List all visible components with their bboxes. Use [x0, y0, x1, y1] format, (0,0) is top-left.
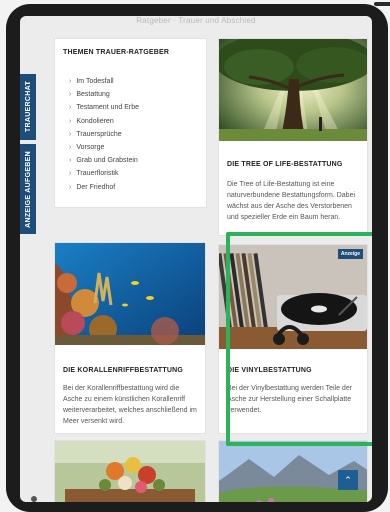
ratgeber-link[interactable]: › Im Todesfall	[69, 75, 139, 88]
device-side-button	[374, 2, 390, 6]
ratgeber-link[interactable]: › Trauerfloristik	[69, 167, 139, 180]
screen: Ratgeber · Trauer und Abschied ⌄ TRAUERC…	[20, 16, 372, 502]
koralle-card-title: DIE KORALLENRIFFBESTATTUNG	[63, 367, 184, 374]
tablet-frame: Ratgeber · Trauer und Abschied ⌄ TRAUERC…	[6, 2, 390, 512]
home-indicator	[31, 496, 37, 502]
highlight-frame	[226, 232, 372, 446]
koralle-card-text: Bei der Korallenriffbestattung wird die …	[63, 385, 197, 425]
anzeige-aufgeben-tab-label: ANZEIGE AUFGEBEN	[24, 150, 32, 228]
korallenriff-card[interactable]: DIE KORALLENRIFFBESTATTUNG Bei der Koral…	[54, 242, 206, 434]
tree-card-title: DIE TREE OF LIFE-BESTATTUNG	[227, 161, 343, 168]
ratgeber-list: › Im Todesfall › Bestattung › Testament und…	[69, 75, 139, 194]
ratgeber-card: THEMEN TRAUER-RATGEBER › Im Todesfall › Be…	[54, 38, 207, 208]
scroll-top-button[interactable]: ⌃	[338, 470, 358, 490]
ratgeber-link[interactable]: › Trauersprüche	[69, 128, 139, 141]
trauerchat-tab-label: TRAUERCHAT	[24, 81, 32, 133]
chevron-right-icon: ›	[69, 143, 72, 151]
tree-of-life-card[interactable]: DIE TREE OF LIFE-BESTATTUNG Die Tree of …	[218, 38, 368, 236]
ratgeber-link[interactable]: › Testament und Erbe	[69, 101, 139, 114]
chevron-right-icon: ›	[69, 91, 72, 99]
anzeige-aufgeben-tab[interactable]: ⌄ ANZEIGE AUFGEBEN	[20, 144, 36, 234]
coral-reef-image	[55, 243, 205, 345]
floral-image	[55, 441, 205, 502]
floral-card[interactable]	[54, 440, 206, 502]
tree-card-text: Die Tree of Life-Bestattung ist eine nat…	[227, 181, 356, 221]
top-hint-text: Ratgeber · Trauer und Abschied	[136, 16, 256, 25]
chevron-up-icon: ⌃	[344, 474, 352, 485]
chevron-right-icon: ›	[69, 117, 72, 125]
ratgeber-link[interactable]: › Bestattung	[69, 88, 139, 101]
ratgeber-link[interactable]: › Vorsorge	[69, 141, 139, 154]
chevron-right-icon: ›	[69, 183, 72, 191]
chevron-right-icon: ›	[69, 170, 72, 178]
chevron-right-icon: ›	[69, 130, 72, 138]
tree-image	[219, 39, 367, 141]
ratgeber-title: THEMEN TRAUER-RATGEBER	[63, 49, 170, 56]
ratgeber-link[interactable]: › Kondolieren	[69, 115, 139, 128]
ratgeber-link[interactable]: › Der Friedhof	[69, 181, 139, 194]
ratgeber-link[interactable]: › Grab und Grabstein	[69, 154, 139, 167]
chevron-right-icon: ›	[69, 78, 72, 85]
chevron-right-icon: ›	[69, 104, 72, 112]
trauerchat-tab[interactable]: ⌄ TRAUERCHAT	[20, 74, 36, 140]
chevron-right-icon: ›	[69, 157, 72, 165]
